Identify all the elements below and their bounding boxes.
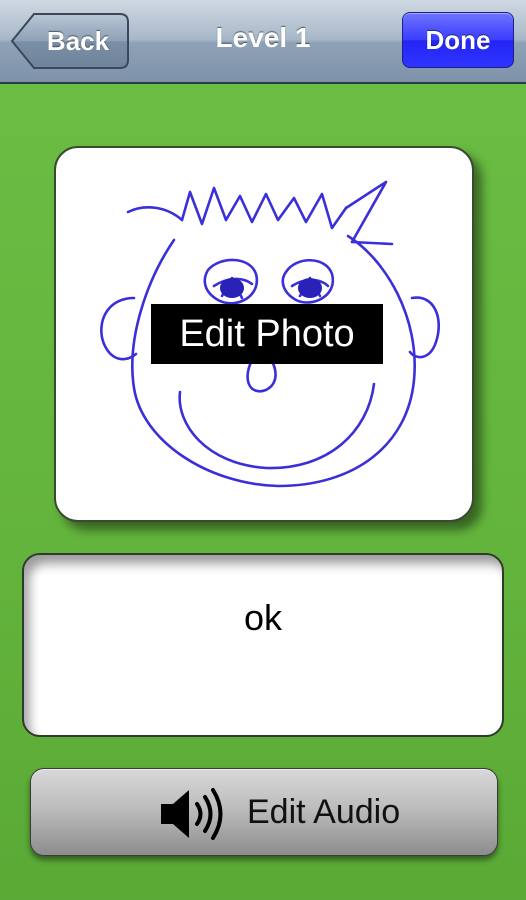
edit-audio-button[interactable]: Edit Audio [30,768,498,856]
page-title: Level 1 [215,22,311,53]
navigation-bar: Back Level 1 Done [0,0,526,84]
done-button[interactable]: Done [402,12,514,68]
screen: Back Level 1 Done Edit Photo ok Edit Aud… [0,0,526,900]
text-field[interactable]: ok [22,553,504,737]
back-button-label: Back [46,26,110,56]
edit-audio-label: Edit Audio [247,793,401,831]
back-button[interactable]: Back [10,12,130,70]
done-button-label: Done [425,25,491,55]
photo-card[interactable]: Edit Photo [54,146,474,522]
speaker-icon [161,788,223,840]
edit-photo-label[interactable]: Edit Photo [151,304,383,364]
text-field-value: ok [243,597,283,638]
